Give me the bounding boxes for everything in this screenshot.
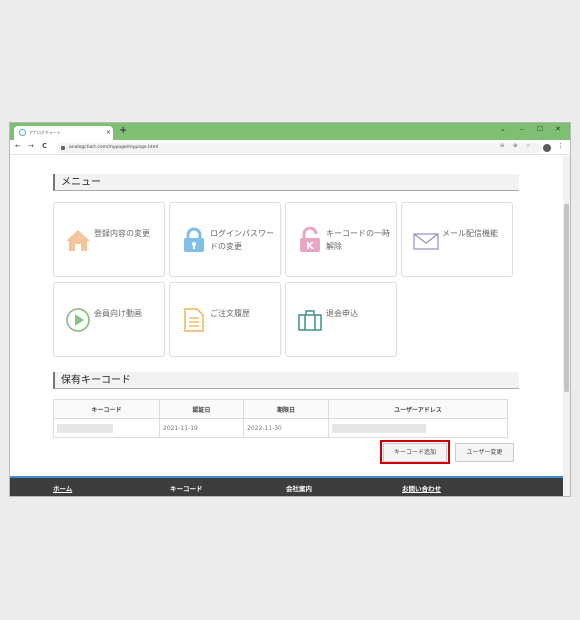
card-change-password[interactable]: ログインパスワードの変更 [169, 202, 281, 277]
new-tab-button[interactable]: + [119, 126, 127, 136]
forward-arrow-icon[interactable]: → [28, 142, 34, 150]
cell-expiry-date: 2022-11-30 [243, 418, 329, 438]
play-circle-icon [66, 308, 90, 332]
minimize-button[interactable]: – [520, 125, 524, 133]
zoom-icon[interactable]: ⊖ [500, 143, 504, 149]
card-label: 登録内容の変更 [94, 229, 150, 238]
vertical-scrollbar[interactable] [563, 156, 570, 496]
card-label: ご注文履歴 [210, 309, 250, 318]
scrollbar-thumb[interactable] [564, 204, 569, 392]
maximize-button[interactable]: ☐ [537, 125, 543, 133]
tab-bar: アナログチャート × + ⌄ – ☐ ✕ [10, 123, 570, 140]
padlock-icon [184, 227, 204, 252]
card-label: 退会申込 [326, 309, 358, 318]
col-expiry-date: 期限日 [243, 399, 329, 419]
menu-heading: メニュー [53, 174, 519, 191]
card-label: ログインパスワードの変更 [210, 229, 274, 251]
browser-toolbar: ← → C analogchart.com/mypage/mypage.html… [10, 140, 570, 155]
table-header-row: キーコード 認証日 期限日 ユーザーアドレス [53, 399, 508, 419]
reload-icon[interactable]: C [42, 142, 47, 150]
redacted-value [332, 423, 426, 433]
card-member-videos[interactable]: 会員向け動画 [53, 282, 165, 357]
close-window-button[interactable]: ✕ [555, 125, 561, 133]
footer-link-contact[interactable]: お問い合わせ [402, 483, 441, 493]
site-favicon-icon [19, 129, 26, 136]
keycode-table: キーコード 認証日 期限日 ユーザーアドレス 2021-11-19 2022-1… [53, 399, 508, 438]
col-keycode: キーコード [53, 399, 160, 419]
add-keycode-button[interactable]: キーコード追加 [383, 443, 447, 462]
keycode-heading: 保有キーコード [53, 372, 519, 389]
browser-window: アナログチャート × + ⌄ – ☐ ✕ ← → C analogchart.c… [10, 123, 570, 496]
table-row: 2021-11-19 2022-11-30 [53, 418, 508, 438]
address-bar[interactable]: analogchart.com/mypage/mypage.html [56, 143, 542, 153]
browser-tab[interactable]: アナログチャート × [14, 126, 113, 140]
house-icon [66, 230, 90, 251]
svg-text:K: K [306, 241, 315, 252]
bookmark-star-icon[interactable]: ☆ [526, 143, 530, 149]
card-label: キーコードの一時解除 [326, 229, 390, 251]
envelope-icon [413, 233, 439, 250]
profile-avatar-icon[interactable] [543, 144, 551, 152]
card-edit-registration[interactable]: 登録内容の変更 [53, 202, 165, 277]
tab-search-icon[interactable]: ⌄ [500, 125, 506, 133]
document-icon [184, 308, 204, 332]
tab-close-icon[interactable]: × [106, 129, 111, 136]
col-user-address: ユーザーアドレス [328, 399, 508, 419]
footer-link-home[interactable]: ホーム [53, 483, 72, 493]
card-order-history[interactable]: ご注文履歴 [169, 282, 281, 357]
page-content: メニュー 登録内容の変更 ログインパスワードの変更 K キーコードの一時解除 メ… [10, 156, 563, 476]
card-mail-delivery[interactable]: メール配信機能 [401, 202, 513, 277]
card-label: 会員向け動画 [94, 309, 142, 318]
browser-menu-icon[interactable]: ⋮ [557, 142, 564, 150]
briefcase-icon [298, 310, 322, 331]
cell-user-address [328, 418, 508, 438]
card-label: メール配信機能 [442, 229, 498, 238]
card-keycode-unlock[interactable]: K キーコードの一時解除 [285, 202, 397, 277]
cell-auth-date: 2021-11-19 [159, 418, 244, 438]
change-user-button[interactable]: ユーザー変更 [455, 443, 514, 462]
card-withdraw[interactable]: 退会申込 [285, 282, 397, 357]
footer-link-keycode[interactable]: キーコード [170, 483, 203, 493]
url-text: analogchart.com/mypage/mypage.html [69, 145, 159, 150]
share-icon[interactable]: ⊕ [513, 143, 517, 149]
footer-link-company[interactable]: 会社案内 [286, 483, 312, 493]
footer: ホーム キーコード 会社案内 お問い合わせ [10, 476, 563, 496]
col-auth-date: 認証日 [159, 399, 244, 419]
unlocked-padlock-k-icon: K [300, 227, 320, 252]
cell-keycode [53, 418, 160, 438]
lock-icon [61, 146, 65, 150]
tab-title: アナログチャート [29, 130, 61, 135]
redacted-value [57, 423, 113, 433]
back-arrow-icon[interactable]: ← [15, 142, 21, 150]
